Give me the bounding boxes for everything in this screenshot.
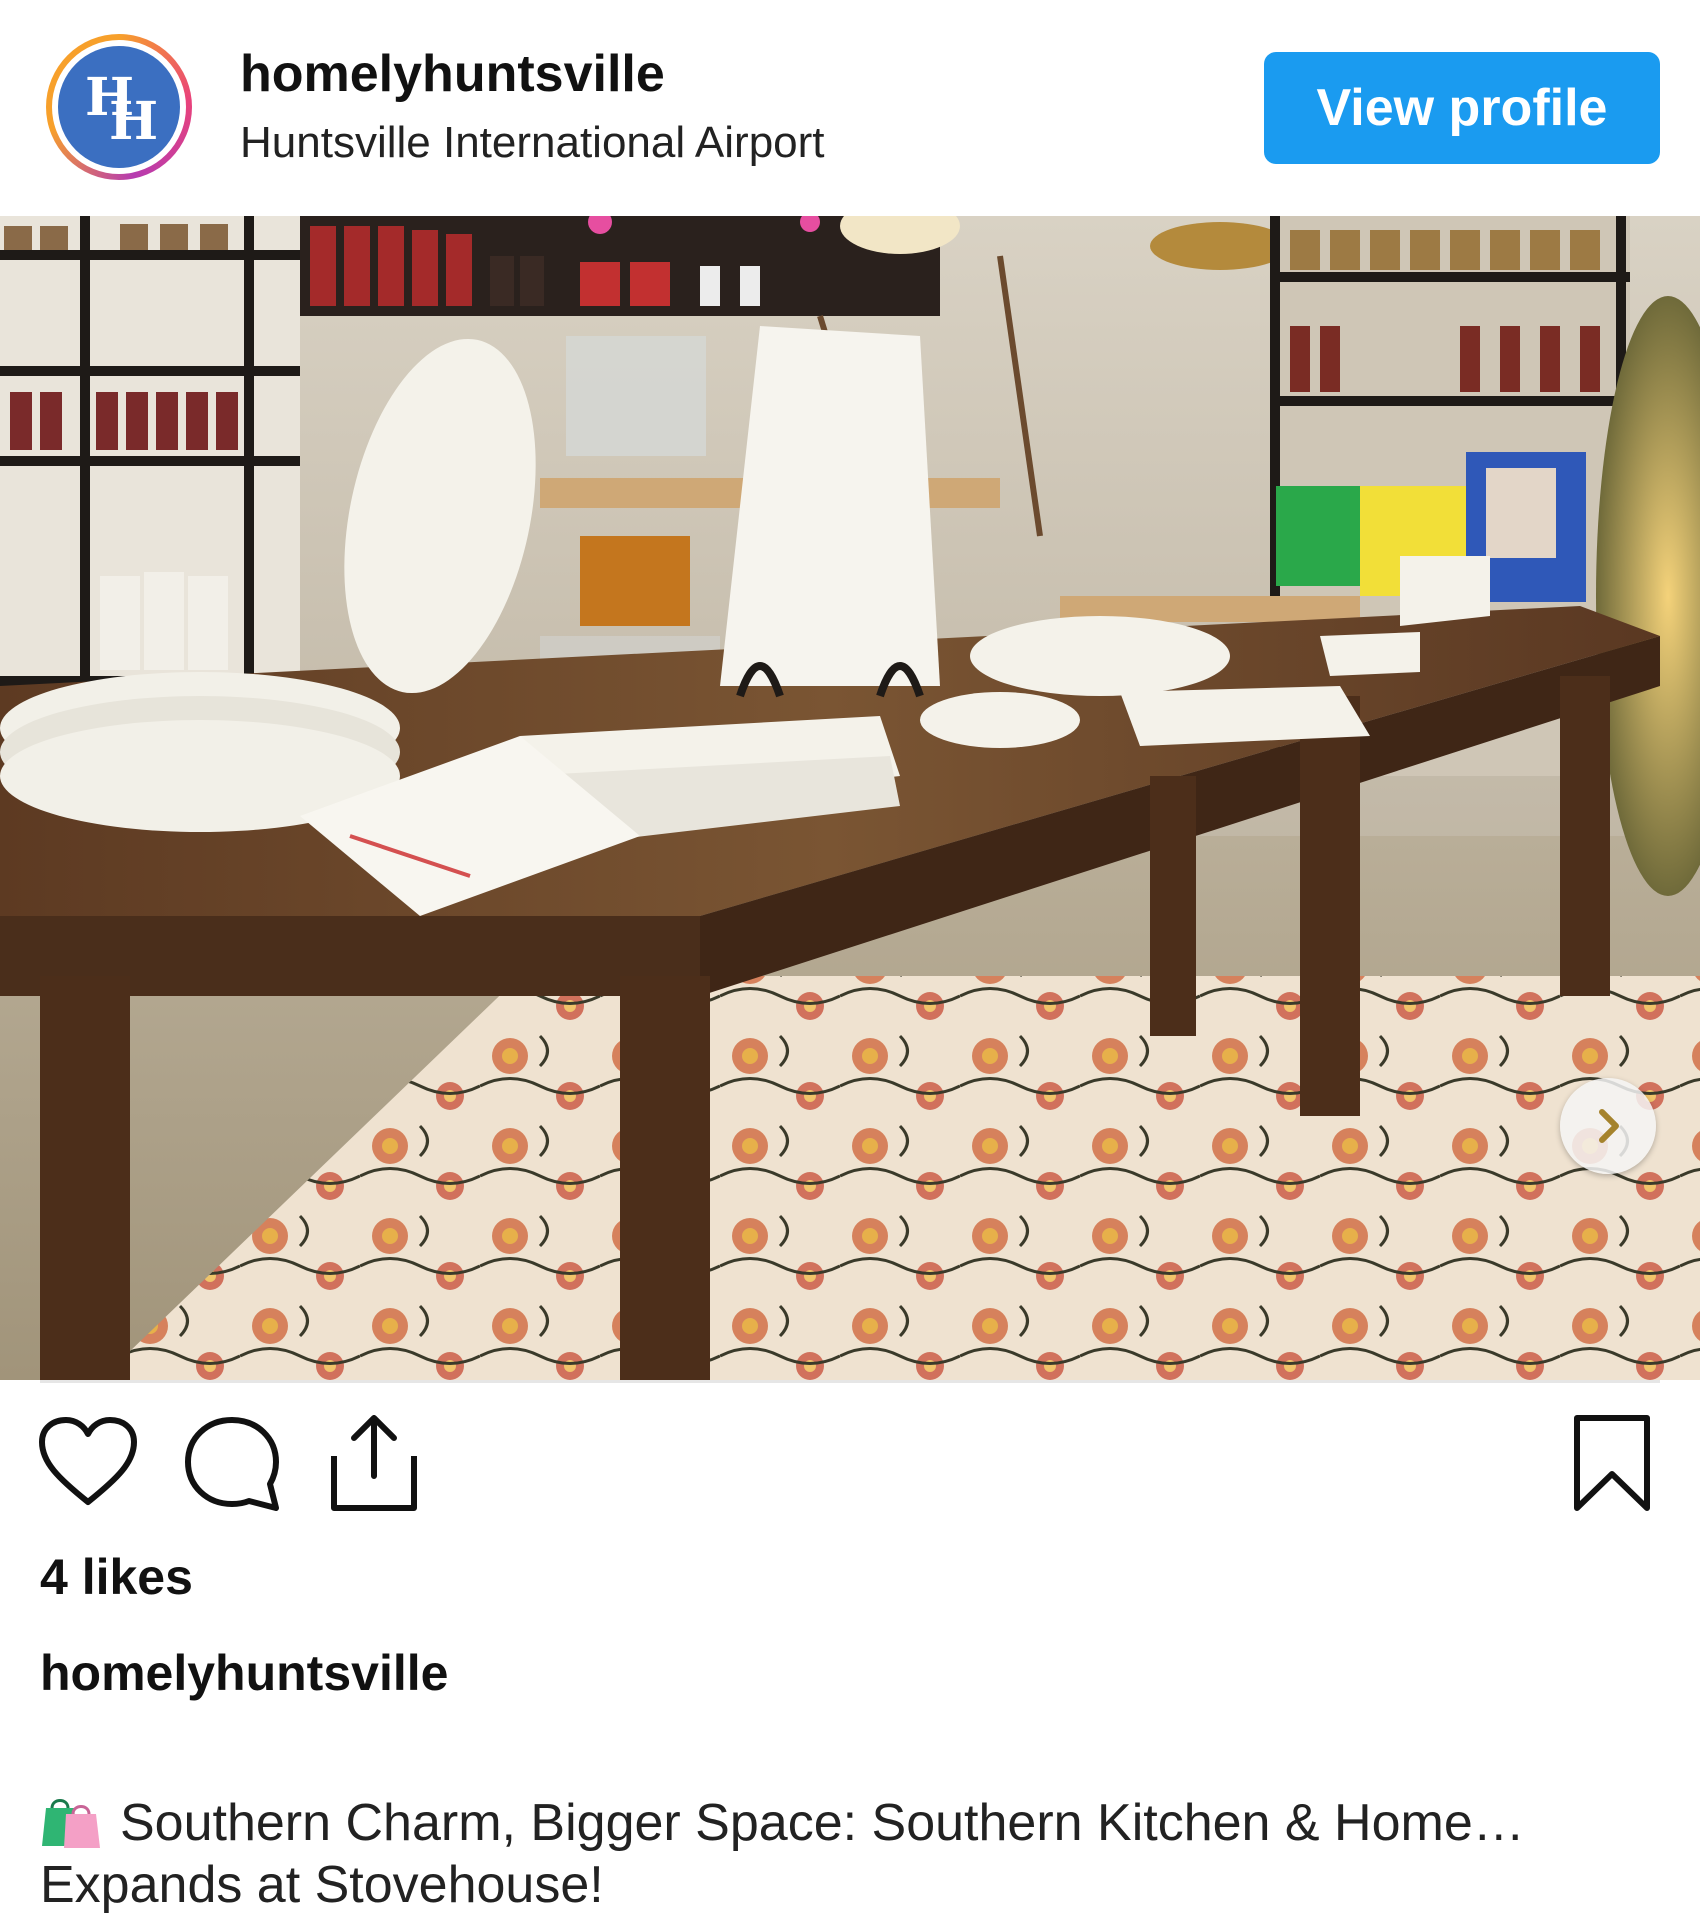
caption-line-2: Expands at Stovehouse! [40,1856,604,1914]
like-button[interactable] [38,1412,138,1512]
post-header: H H homelyhuntsville Huntsville Internat… [0,0,1700,216]
comment-button[interactable] [180,1412,284,1516]
post-caption: Southern Charm, Bigger Space: Southern K… [40,1788,1660,1916]
store-interior-photo [0,216,1700,1380]
post-photo[interactable] [0,216,1700,1380]
hh-monogram-icon: H H [85,67,158,152]
svg-text:H: H [109,91,158,152]
likes-count[interactable]: 4 likes [40,1548,193,1606]
photo-divider [40,1380,1660,1383]
caption-username[interactable]: homelyhuntsville [40,1644,448,1702]
shopping-bags-icon [40,1788,102,1850]
save-button[interactable] [1568,1412,1656,1516]
comment-bubble-icon [185,1417,279,1511]
account-name[interactable]: homelyhuntsville [240,44,665,104]
bookmark-icon [1574,1415,1650,1511]
share-button[interactable] [326,1408,422,1516]
view-profile-button[interactable]: View profile [1264,52,1660,164]
heart-icon [39,1417,137,1505]
avatar[interactable]: H H [46,34,192,180]
caption-line-1: Southern Charm, Bigger Space: Southern K… [40,1788,1660,1854]
share-upload-icon [331,1415,417,1511]
chevron-right-icon [1599,1109,1619,1143]
post-location[interactable]: Huntsville International Airport [240,118,825,168]
avatar-logo: H H [58,46,180,168]
next-photo-button[interactable] [1560,1078,1656,1174]
caption-line-1-text: Southern Charm, Bigger Space: Southern K… [120,1794,1525,1852]
